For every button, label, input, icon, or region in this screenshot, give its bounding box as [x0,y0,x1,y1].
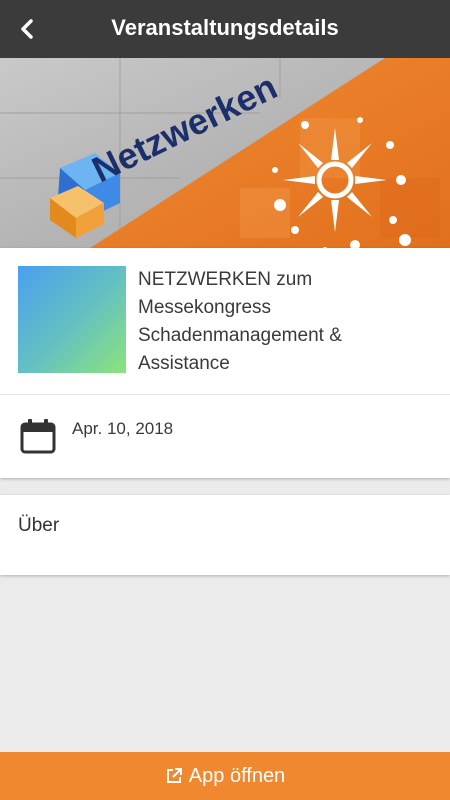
calendar-icon [20,419,56,454]
event-title: NETZWERKEN zum Messekongress Schadenmana… [138,269,342,374]
page-title: Veranstaltungsdetails [111,15,339,40]
chevron-left-icon [21,19,33,39]
about-section[interactable]: Über [0,495,450,575]
event-thumbnail [18,266,126,373]
open-app-button[interactable]: App öffnen [0,752,450,800]
event-info-card: NETZWERKEN zum Messekongress Schadenmana… [0,248,450,478]
app-bar: Veranstaltungsdetails [0,0,450,58]
event-banner-image: Netzwerken [0,58,450,248]
back-button[interactable] [14,16,40,42]
external-link-icon [166,768,182,783]
open-app-label: App öffnen [188,764,286,787]
about-label: Über [18,515,60,536]
divider [0,394,450,395]
event-date: Apr. 10, 2018 [72,419,174,438]
